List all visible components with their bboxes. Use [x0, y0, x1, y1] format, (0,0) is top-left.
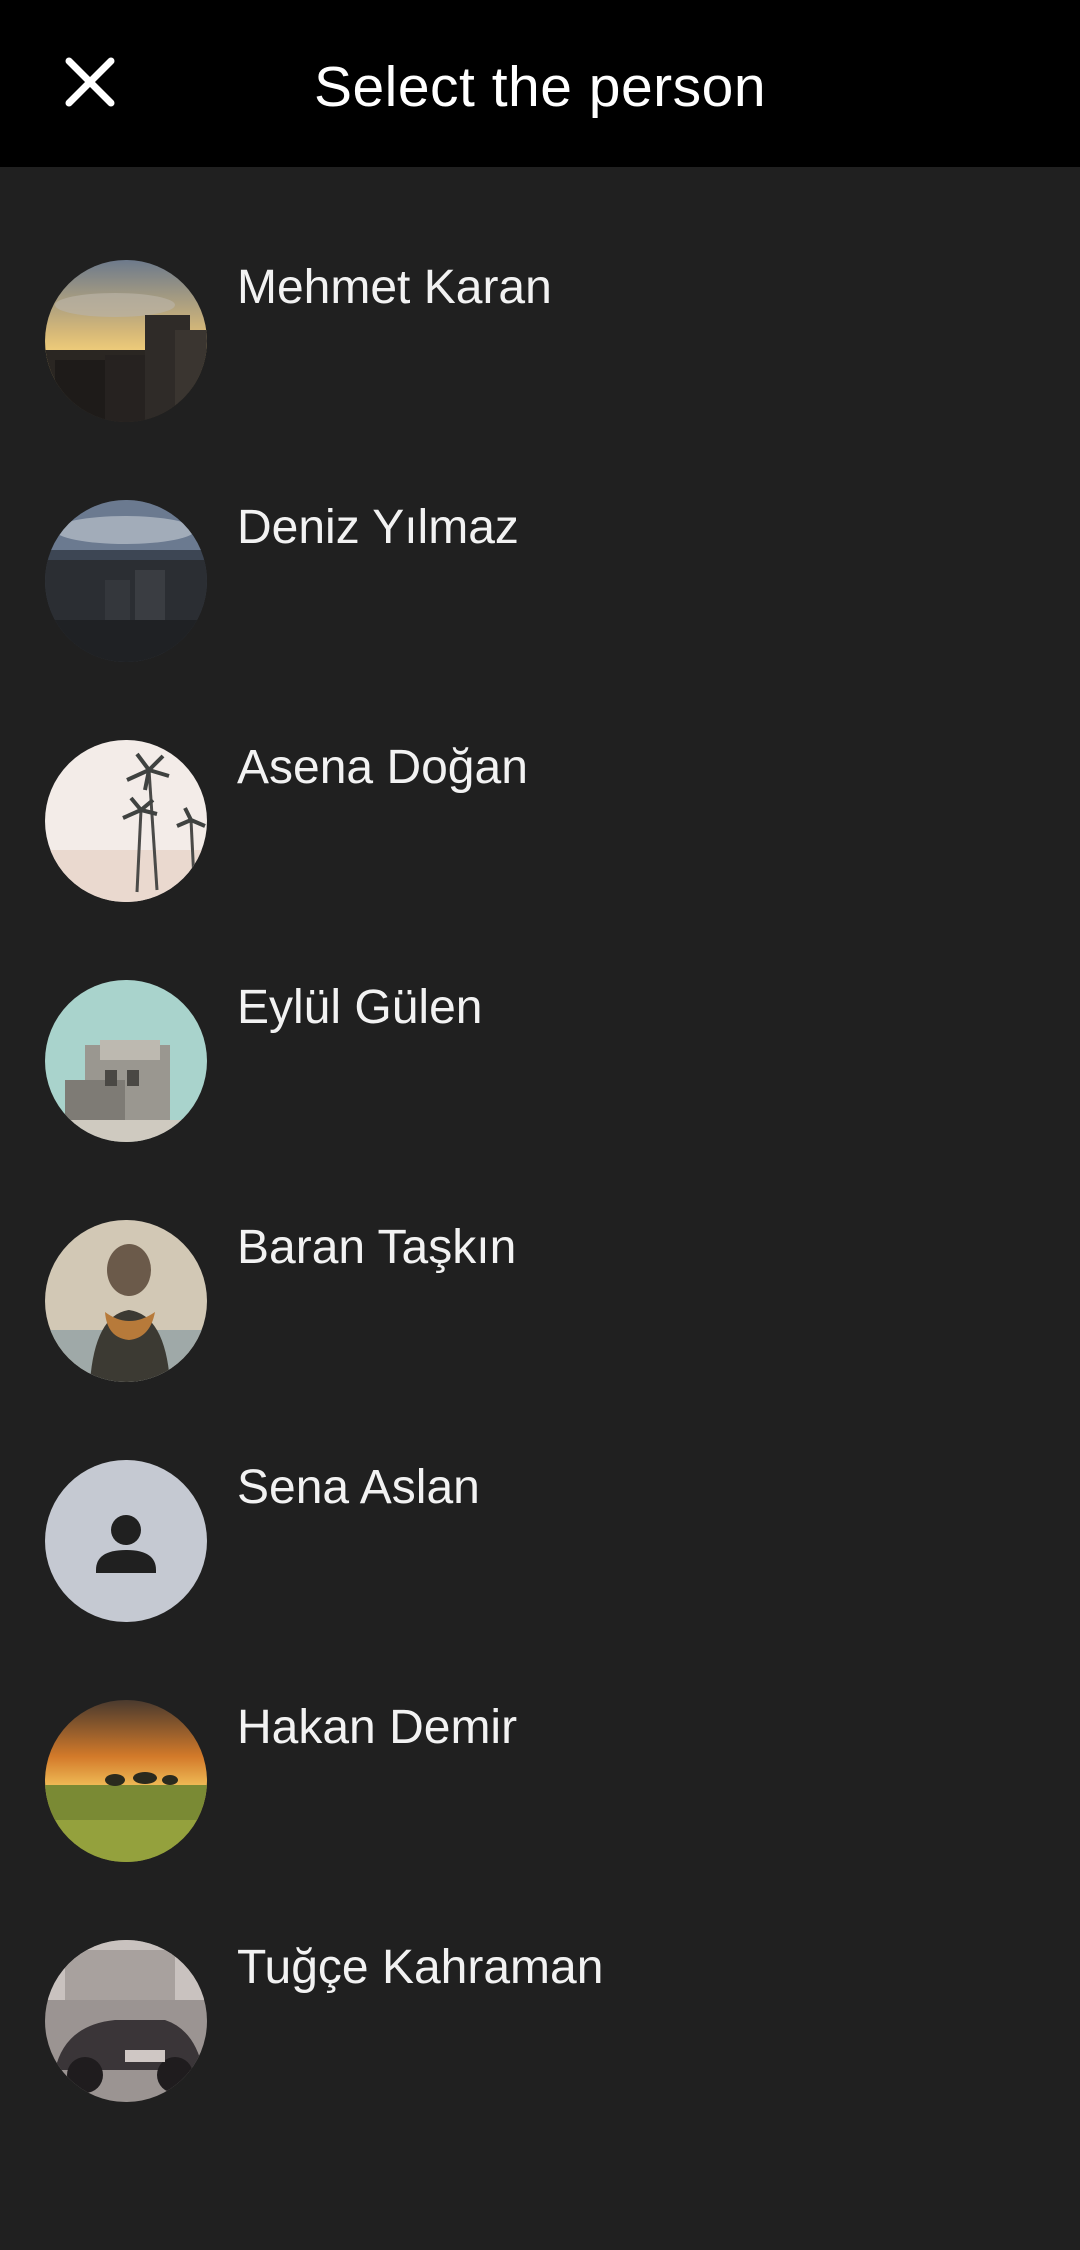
- person-row[interactable]: Tuğçe Kahraman: [0, 1847, 1080, 2102]
- person-name: Sena Aslan: [237, 1460, 480, 1514]
- avatar-person-scarf: [45, 1220, 207, 1382]
- person-name: Hakan Demir: [237, 1700, 518, 1754]
- avatar-building-sky: [45, 980, 207, 1142]
- person-row[interactable]: Sena Aslan: [0, 1367, 1080, 1622]
- person-name: Tuğçe Kahraman: [237, 1940, 604, 1994]
- person-row[interactable]: Deniz Yılmaz: [0, 407, 1080, 662]
- page-title: Select the person: [313, 55, 767, 119]
- person-name: Eylül Gülen: [237, 980, 483, 1034]
- avatar-vintage-car: [45, 1940, 207, 2102]
- person-icon: [96, 1515, 156, 1573]
- person-name: Asena Doğan: [237, 740, 528, 794]
- avatar-city-dusk: [45, 500, 207, 662]
- person-row[interactable]: Eylül Gülen: [0, 887, 1080, 1142]
- person-row[interactable]: Mehmet Karan: [0, 167, 1080, 422]
- avatar-default: [45, 1460, 207, 1622]
- person-name: Deniz Yılmaz: [237, 500, 519, 554]
- person-row[interactable]: Hakan Demir: [0, 1607, 1080, 1862]
- person-name: Mehmet Karan: [237, 260, 552, 314]
- avatar-palm-trees: [45, 740, 207, 902]
- person-row[interactable]: Baran Taşkın: [0, 1127, 1080, 1382]
- person-row[interactable]: Asena Doğan: [0, 647, 1080, 902]
- avatar-savanna-sunset: [45, 1700, 207, 1862]
- person-name: Baran Taşkın: [237, 1220, 517, 1274]
- avatar-city-sunset: [45, 260, 207, 422]
- app-header: Select the person: [0, 0, 1080, 167]
